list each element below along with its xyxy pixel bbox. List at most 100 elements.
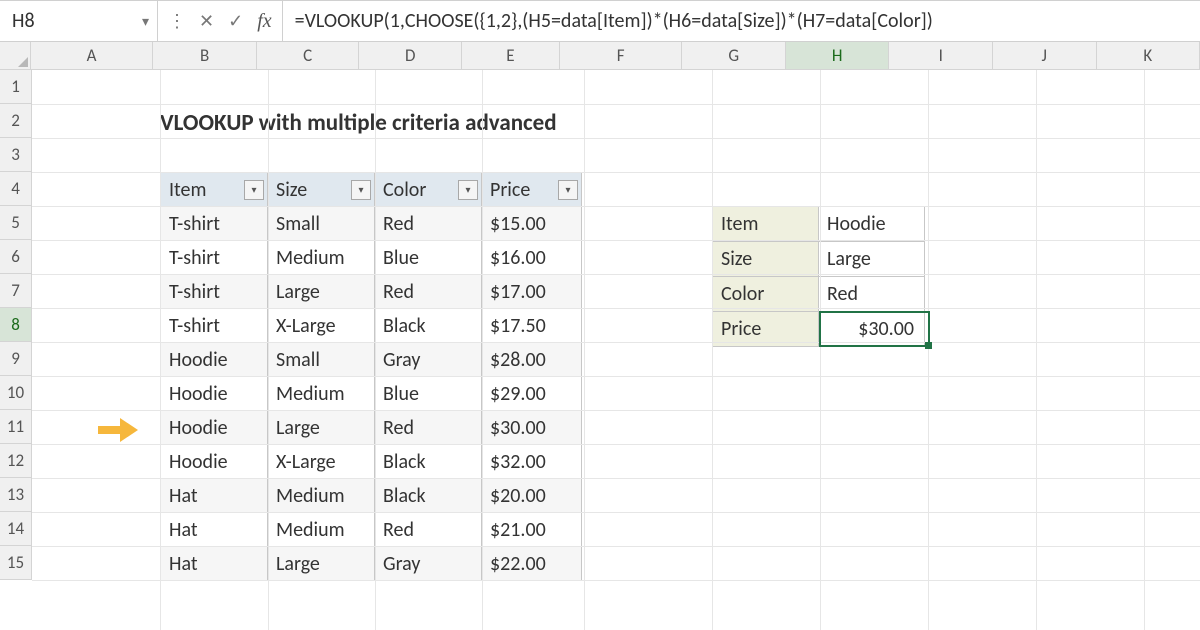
cell[interactable]: Black: [375, 309, 482, 343]
table-row[interactable]: HatMediumBlack$20.00: [161, 479, 582, 513]
filter-icon[interactable]: ▾: [244, 180, 264, 200]
table-row[interactable]: HoodieX-LargeBlack$32.00: [161, 445, 582, 479]
cell[interactable]: Small: [268, 207, 375, 241]
cell[interactable]: Red: [375, 513, 482, 547]
cell[interactable]: T-shirt: [161, 207, 268, 241]
name-box[interactable]: H8 ▾: [0, 1, 158, 41]
row-header-11[interactable]: 11: [0, 410, 32, 444]
row-header-7[interactable]: 7: [0, 274, 32, 308]
cell[interactable]: X-Large: [268, 309, 375, 343]
table-row[interactable]: T-shirtX-LargeBlack$17.50: [161, 309, 582, 343]
row-header-13[interactable]: 13: [0, 478, 32, 512]
row-header-6[interactable]: 6: [0, 240, 32, 274]
cell[interactable]: Medium: [268, 479, 375, 513]
cell[interactable]: X-Large: [268, 445, 375, 479]
cell[interactable]: Gray: [375, 547, 482, 581]
table-row[interactable]: HoodieLargeRed$30.00: [161, 411, 582, 445]
cell[interactable]: $30.00: [482, 411, 582, 445]
cell[interactable]: Gray: [375, 343, 482, 377]
col-header-E[interactable]: E: [462, 42, 560, 69]
chevron-down-icon[interactable]: ▾: [142, 13, 149, 30]
cell[interactable]: $29.00: [482, 377, 582, 411]
cell[interactable]: Large: [268, 547, 375, 581]
drag-handle-icon[interactable]: ⋮: [168, 10, 185, 32]
select-all-corner[interactable]: [0, 42, 31, 69]
cancel-icon[interactable]: ✕: [199, 10, 214, 32]
cell[interactable]: Medium: [268, 513, 375, 547]
row-header-2[interactable]: 2: [0, 104, 32, 138]
lookup-value[interactable]: Large: [819, 242, 925, 277]
cells-area[interactable]: VLOOKUP with multiple criteria advanced …: [32, 70, 1200, 630]
col-header-J[interactable]: J: [993, 42, 1097, 69]
col-header-price[interactable]: Price▾: [482, 173, 582, 207]
cell[interactable]: Small: [268, 343, 375, 377]
row-header-5[interactable]: 5: [0, 206, 32, 240]
cell[interactable]: Blue: [375, 241, 482, 275]
cell[interactable]: $32.00: [482, 445, 582, 479]
cell[interactable]: Black: [375, 479, 482, 513]
filter-icon[interactable]: ▾: [351, 180, 371, 200]
table-row[interactable]: T-shirtSmallRed$15.00: [161, 207, 582, 241]
row-header-12[interactable]: 12: [0, 444, 32, 478]
cell[interactable]: Hat: [161, 547, 268, 581]
lookup-value[interactable]: Hoodie: [819, 207, 925, 242]
cell[interactable]: Hoodie: [161, 377, 268, 411]
col-header-B[interactable]: B: [153, 42, 257, 69]
cell[interactable]: Red: [375, 275, 482, 309]
cell[interactable]: Red: [375, 411, 482, 445]
cell[interactable]: $20.00: [482, 479, 582, 513]
cell[interactable]: Hat: [161, 479, 268, 513]
table-row[interactable]: HatMediumRed$21.00: [161, 513, 582, 547]
fx-icon[interactable]: fx: [257, 10, 271, 33]
cell[interactable]: Black: [375, 445, 482, 479]
row-header-1[interactable]: 1: [0, 70, 32, 104]
filter-icon[interactable]: ▾: [558, 180, 578, 200]
col-header-size[interactable]: Size▾: [268, 173, 375, 207]
cell[interactable]: Blue: [375, 377, 482, 411]
cell[interactable]: Hoodie: [161, 445, 268, 479]
col-header-C[interactable]: C: [257, 42, 360, 69]
accept-icon[interactable]: ✓: [228, 10, 243, 32]
cell[interactable]: $15.00: [482, 207, 582, 241]
row-header-9[interactable]: 9: [0, 342, 32, 376]
row-header-3[interactable]: 3: [0, 138, 32, 172]
table-row[interactable]: T-shirtMediumBlue$16.00: [161, 241, 582, 275]
cell[interactable]: T-shirt: [161, 275, 268, 309]
col-header-H[interactable]: H: [786, 42, 890, 69]
cell[interactable]: $22.00: [482, 547, 582, 581]
filter-icon[interactable]: ▾: [458, 180, 478, 200]
formula-input[interactable]: =VLOOKUP(1,CHOOSE({1,2},(H5=data[Item])*…: [283, 1, 1200, 41]
cell[interactable]: Medium: [268, 377, 375, 411]
cell[interactable]: Large: [268, 411, 375, 445]
cell[interactable]: Hoodie: [161, 411, 268, 445]
cell[interactable]: Hoodie: [161, 343, 268, 377]
col-header-A[interactable]: A: [31, 42, 154, 69]
cell[interactable]: Medium: [268, 241, 375, 275]
col-header-D[interactable]: D: [359, 42, 462, 69]
table-row[interactable]: HoodieMediumBlue$29.00: [161, 377, 582, 411]
cell[interactable]: $28.00: [482, 343, 582, 377]
col-header-K[interactable]: K: [1097, 42, 1200, 69]
row-header-15[interactable]: 15: [0, 546, 32, 580]
row-header-8[interactable]: 8: [0, 308, 32, 342]
cell[interactable]: $21.00: [482, 513, 582, 547]
cell[interactable]: Hat: [161, 513, 268, 547]
table-row[interactable]: HoodieSmallGray$28.00: [161, 343, 582, 377]
col-header-I[interactable]: I: [889, 42, 993, 69]
row-header-10[interactable]: 10: [0, 376, 32, 410]
cell[interactable]: $17.50: [482, 309, 582, 343]
cell[interactable]: T-shirt: [161, 309, 268, 343]
cell[interactable]: $16.00: [482, 241, 582, 275]
cell[interactable]: T-shirt: [161, 241, 268, 275]
cell[interactable]: Red: [375, 207, 482, 241]
table-row[interactable]: HatLargeGray$22.00: [161, 547, 582, 581]
row-header-14[interactable]: 14: [0, 512, 32, 546]
col-header-F[interactable]: F: [560, 42, 683, 69]
table-row[interactable]: T-shirtLargeRed$17.00: [161, 275, 582, 309]
col-header-G[interactable]: G: [682, 42, 786, 69]
col-header-color[interactable]: Color▾: [375, 173, 482, 207]
cell[interactable]: Large: [268, 275, 375, 309]
cell[interactable]: $17.00: [482, 275, 582, 309]
lookup-value[interactable]: Red: [819, 277, 925, 312]
row-header-4[interactable]: 4: [0, 172, 32, 206]
